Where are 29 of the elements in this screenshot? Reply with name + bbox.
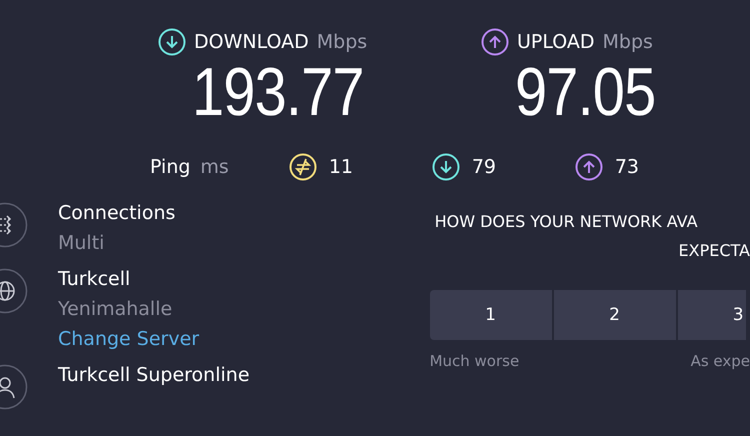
survey-question: EXPECTA <box>678 241 750 260</box>
ping-value: 11 <box>328 156 354 178</box>
ping-label: Ping <box>150 156 190 178</box>
speed-icon <box>158 28 186 56</box>
speed-icon <box>574 153 603 181</box>
ping-value: 73 <box>614 156 640 178</box>
unit-label: Mbps <box>316 31 368 53</box>
scale-label: As expe <box>690 352 750 370</box>
ping-unit: ms <box>200 156 229 178</box>
rating-button[interactable]: 1 <box>430 290 552 340</box>
info-subtitle: Yenimahalle <box>58 298 174 320</box>
speed-value: 193.77 <box>192 56 365 128</box>
ping-value: 79 <box>472 156 496 178</box>
scale-label: Much worse <box>430 352 520 370</box>
change-server-link[interactable]: Change Server <box>58 328 200 350</box>
survey-question: HOW DOES YOUR NETWORK AVA <box>434 212 699 231</box>
info-title: Turkcell <box>58 268 132 290</box>
info-subtitle: Multi <box>58 232 106 254</box>
info-title: Connections <box>58 202 176 224</box>
speed-icon <box>481 28 509 56</box>
result-label: UPLOAD <box>517 31 595 53</box>
speed-icon <box>432 153 460 181</box>
info-title: Turkcell Superonline <box>58 364 250 386</box>
result-label: DOWNLOAD <box>194 31 309 53</box>
speed-value: 97.05 <box>515 56 656 128</box>
rating-button[interactable]: 2 <box>554 290 676 340</box>
rating-button[interactable]: 3 <box>678 290 746 340</box>
latency-icon <box>288 153 317 181</box>
unit-label: Mbps <box>602 31 653 53</box>
